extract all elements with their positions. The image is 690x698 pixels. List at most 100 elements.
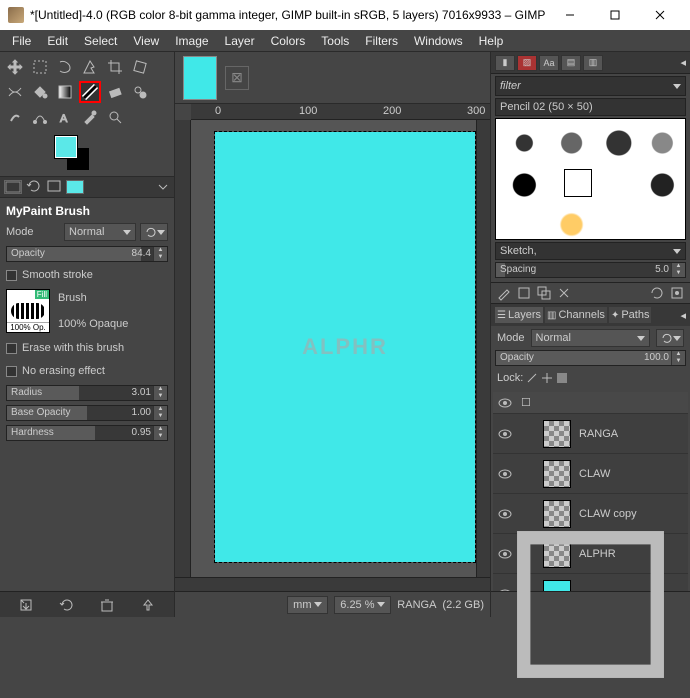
image-tabs: ⊠ xyxy=(175,52,490,104)
tool-clone[interactable] xyxy=(129,81,151,103)
images-dock-icon[interactable] xyxy=(46,179,62,196)
menu-select[interactable]: Select xyxy=(76,32,125,50)
scrollbar-vertical[interactable] xyxy=(476,120,490,577)
tool-text[interactable]: A xyxy=(54,106,76,128)
menu-edit[interactable]: Edit xyxy=(39,32,76,50)
delete-preset-icon[interactable] xyxy=(99,597,115,613)
menu-windows[interactable]: Windows xyxy=(406,32,471,50)
fg-color-swatch[interactable] xyxy=(55,136,77,158)
fonts-tab[interactable]: Aa xyxy=(539,55,559,71)
watermark-text: ALPHR xyxy=(302,334,388,360)
layer-mode-reset[interactable] xyxy=(656,329,684,347)
refresh-brush-icon[interactable] xyxy=(650,286,664,300)
undo-history-icon[interactable] xyxy=(26,179,42,196)
image-tab-close[interactable]: ⊠ xyxy=(225,66,249,90)
scrollbar-horizontal[interactable] xyxy=(175,577,490,591)
ruler-horizontal[interactable]: 0 100 200 300 xyxy=(191,104,490,120)
patterns-tab[interactable]: ▨ xyxy=(517,55,537,71)
layer-opacity-slider[interactable]: Opacity100.0▲▼ xyxy=(495,350,686,366)
menu-image[interactable]: Image xyxy=(167,32,216,50)
layer-row[interactable]: RANGA xyxy=(493,414,688,454)
maximize-button[interactable] xyxy=(592,0,637,30)
brush-name-field[interactable]: Pencil 02 (50 × 50) xyxy=(495,98,686,116)
image-dock-tab[interactable] xyxy=(66,180,84,194)
tool-rotate[interactable] xyxy=(129,56,151,78)
tool-measure[interactable] xyxy=(104,106,126,128)
tool-fuzzy-select[interactable] xyxy=(79,56,101,78)
open-as-image-icon[interactable] xyxy=(670,286,684,300)
smooth-stroke-checkbox[interactable] xyxy=(6,270,17,281)
dock-menu-brushes[interactable]: ◂ xyxy=(680,56,686,69)
lock-alpha-icon[interactable] xyxy=(556,372,568,384)
tool-free-select[interactable] xyxy=(54,56,76,78)
duplicate-brush-icon[interactable] xyxy=(537,286,551,300)
image-tab-thumb[interactable] xyxy=(183,56,217,100)
eye-icon[interactable] xyxy=(497,426,513,442)
mode-dropdown[interactable]: Normal xyxy=(64,223,136,241)
tool-mypaint-brush[interactable] xyxy=(79,81,101,103)
erase-checkbox[interactable] xyxy=(6,343,17,354)
brush-preview[interactable]: Fill 100% Op. xyxy=(6,289,50,333)
tool-options-panel: MyPaint Brush Mode Normal Opacity 84.4 ▲… xyxy=(0,198,174,591)
base-opacity-slider[interactable]: Base Opacity1.00▲▼ xyxy=(6,405,168,421)
layer-name[interactable]: RANGA xyxy=(579,428,684,440)
layer-row[interactable]: CLAW xyxy=(493,454,688,494)
canvas-page[interactable]: ALPHR xyxy=(215,132,475,562)
tab-channels[interactable]: ▥Channels xyxy=(545,307,607,323)
tool-rect-select[interactable] xyxy=(29,56,51,78)
menu-tools[interactable]: Tools xyxy=(313,32,357,50)
canvas[interactable]: ALPHR xyxy=(191,120,476,577)
no-erase-checkbox[interactable] xyxy=(6,366,17,377)
close-button[interactable] xyxy=(637,0,682,30)
dock-tab-options[interactable] xyxy=(4,180,22,194)
brushes-tab[interactable]: ▮ xyxy=(495,55,515,71)
ruler-vertical[interactable] xyxy=(175,120,191,577)
menu-layer[interactable]: Layer xyxy=(217,32,263,50)
delete-brush-icon[interactable] xyxy=(557,286,571,300)
menu-file[interactable]: File xyxy=(4,32,39,50)
doc-tab[interactable]: ▥ xyxy=(583,55,603,71)
new-brush-icon[interactable] xyxy=(517,286,531,300)
tool-color-picker[interactable] xyxy=(79,106,101,128)
new-layer-icon[interactable] xyxy=(497,511,684,698)
tool-gradient[interactable] xyxy=(54,81,76,103)
history-tab[interactable]: ▤ xyxy=(561,55,581,71)
tool-crop[interactable] xyxy=(104,56,126,78)
menu-help[interactable]: Help xyxy=(471,32,512,50)
brush-grid[interactable] xyxy=(495,118,686,240)
eye-icon[interactable] xyxy=(497,466,513,482)
hardness-slider[interactable]: Hardness0.95▲▼ xyxy=(6,425,168,441)
layer-mode-dropdown[interactable]: Normal xyxy=(531,329,650,347)
menu-filters[interactable]: Filters xyxy=(357,32,406,50)
brush-label: Brush xyxy=(58,292,128,304)
brush-preset-dropdown[interactable]: Sketch, xyxy=(495,242,686,260)
save-preset-icon[interactable] xyxy=(18,597,34,613)
radius-slider[interactable]: Radius3.01▲▼ xyxy=(6,385,168,401)
dock-menu-layers[interactable]: ◂ xyxy=(680,309,686,322)
menu-view[interactable]: View xyxy=(125,32,167,50)
lock-pixels-icon[interactable] xyxy=(526,372,538,384)
layer-name[interactable]: CLAW xyxy=(579,468,684,480)
reset-preset-icon[interactable] xyxy=(140,597,156,613)
edit-brush-icon[interactable] xyxy=(497,286,511,300)
spacing-slider[interactable]: Spacing5.0▲▼ xyxy=(495,262,686,278)
brush-filter-input[interactable]: filter xyxy=(495,76,686,96)
tool-bucket[interactable] xyxy=(29,81,51,103)
zoom-dropdown[interactable]: 6.25 % xyxy=(334,596,391,614)
tool-path[interactable] xyxy=(29,106,51,128)
lock-position-icon[interactable] xyxy=(541,372,553,384)
tab-layers[interactable]: ☰Layers xyxy=(495,307,543,323)
mode-reset[interactable] xyxy=(140,223,168,241)
tool-warp[interactable] xyxy=(4,81,26,103)
menu-colors[interactable]: Colors xyxy=(263,32,314,50)
tool-eraser[interactable] xyxy=(104,81,126,103)
minimize-button[interactable] xyxy=(547,0,592,30)
dock-menu-left[interactable] xyxy=(156,180,170,194)
color-swatches[interactable] xyxy=(55,136,174,176)
tool-smudge[interactable] xyxy=(4,106,26,128)
opacity-slider[interactable]: Opacity 84.4 ▲▼ xyxy=(6,246,168,262)
tool-move[interactable] xyxy=(4,56,26,78)
tab-paths[interactable]: ✦Paths xyxy=(609,307,652,323)
restore-preset-icon[interactable] xyxy=(59,597,75,613)
unit-dropdown[interactable]: mm xyxy=(287,596,328,614)
